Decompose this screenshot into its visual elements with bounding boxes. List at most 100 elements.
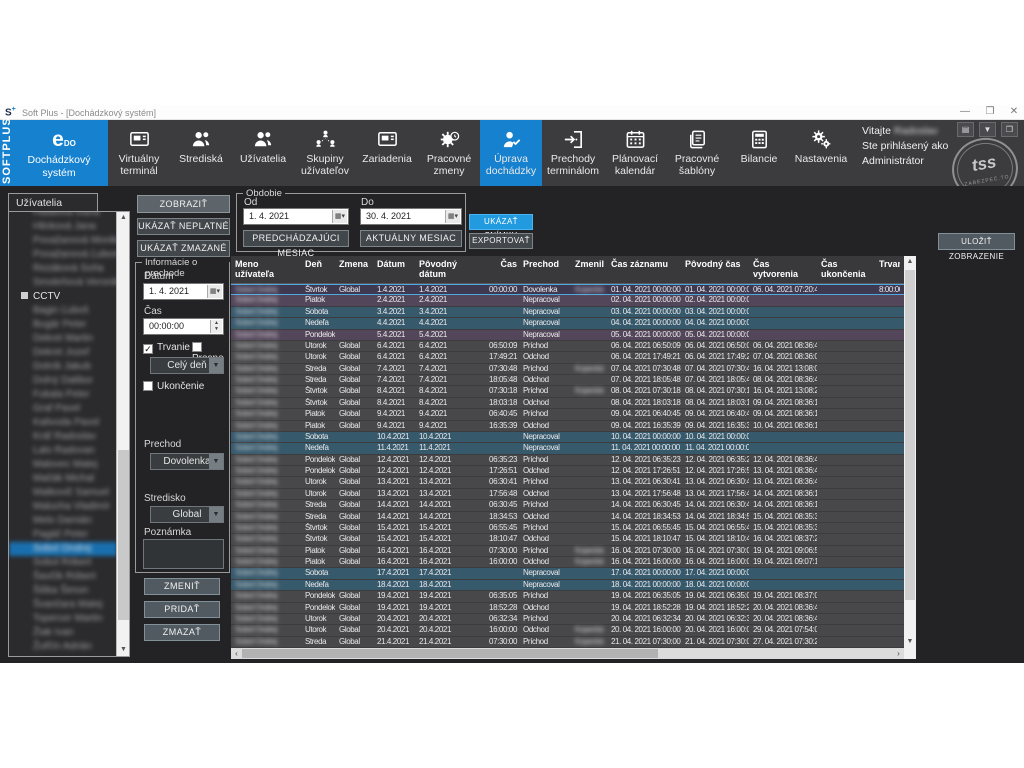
table-row[interactable]: Sobol OndrejUtorokGlobal20.4.202120.4.20… [231, 625, 904, 636]
table-row[interactable]: Sobol OndrejŠtvrtokGlobal15.4.202115.4.2… [231, 534, 904, 545]
duration-checkbox[interactable]: ✓Trvanie [143, 342, 190, 354]
tree-item-user[interactable]: Matkovič Samuel [9, 486, 117, 500]
tree-item-user[interactable]: Bagin Ľuboš [9, 304, 117, 318]
nav-item--prava-doch-dzky[interactable]: Úprava dochádzky [480, 120, 542, 186]
scrollbar-thumb[interactable] [242, 649, 658, 658]
center-select[interactable]: Global▼ [150, 506, 224, 523]
column-header[interactable]: Zmena [335, 256, 373, 283]
time-spinner[interactable]: ▲▼ [210, 320, 222, 333]
table-row[interactable]: Sobol OndrejPiatokGlobal9.4.20219.4.2021… [231, 409, 904, 420]
column-header[interactable]: Meno užívateľa [231, 256, 301, 283]
nav-item-pracovn-zmeny[interactable]: Pracovné zmeny [418, 120, 480, 186]
show-button[interactable]: ZOBRAZIŤ [137, 195, 230, 213]
nav-item-zariadenia[interactable]: Zariadenia [356, 120, 418, 186]
tree-item-user[interactable]: Topercer Martin [9, 612, 117, 626]
maximize-button[interactable]: ❐ [983, 106, 997, 118]
scrollbar-thumb[interactable] [905, 270, 915, 600]
column-header[interactable]: Pôvodný dátum [415, 256, 473, 283]
table-row[interactable]: Sobol OndrejPondelokGlobal12.4.202112.4.… [231, 455, 904, 466]
tree-item-user[interactable]: Dekret Martin [9, 332, 117, 346]
table-row[interactable]: Sobol OndrejŠtvrtokGlobal8.4.20218.4.202… [231, 398, 904, 409]
table-row[interactable]: Sobol OndrejUtorokGlobal20.4.202120.4.20… [231, 614, 904, 625]
nav-item-u-vatelia[interactable]: Užívatelia [232, 120, 294, 186]
scroll-right-icon[interactable]: › [893, 648, 904, 659]
table-row[interactable]: Sobol OndrejPiatok2.4.20212.4.2021Neprac… [231, 295, 904, 306]
table-row[interactable]: Sobol OndrejSobota3.4.20213.4.2021Neprac… [231, 307, 904, 318]
table-row[interactable]: Sobol OndrejStredaGlobal14.4.202114.4.20… [231, 512, 904, 523]
table-row[interactable]: Sobol OndrejSobota17.4.202117.4.2021Nepr… [231, 568, 904, 579]
nav-item-stredisk-[interactable]: Strediská [170, 120, 232, 186]
tree-item-user[interactable]: Hatalová Ivana [9, 211, 117, 220]
column-header[interactable]: Čas ukončenia [817, 256, 875, 283]
save-view-button[interactable]: ULOŽIŤ ZOBRAZENIE [938, 233, 1015, 250]
column-header[interactable]: Čas [473, 256, 519, 283]
ending-checkbox[interactable]: Ukončenie [143, 381, 204, 392]
scroll-up-icon[interactable]: ▲ [904, 256, 916, 268]
time-input[interactable]: 00:00:00 ▲▼ [143, 318, 224, 335]
tree-item-user[interactable]: Žufčín Adrián [9, 640, 117, 654]
table-row[interactable]: Sobol OndrejNedeľa11.4.202111.4.2021Nepr… [231, 443, 904, 454]
tree-item-user[interactable]: Malucha Vladimír [9, 500, 117, 514]
column-header[interactable]: Čas vytvorenia [749, 256, 817, 283]
nav-item-pracovn-abl-ny[interactable]: Pracovné šablóny [666, 120, 728, 186]
tree-item-user[interactable]: Bugár Peter [9, 318, 117, 332]
tree-item-user[interactable]: Hlinková Jana [9, 220, 117, 234]
table-row[interactable]: Sobol OndrejUtorokGlobal6.4.20216.4.2021… [231, 352, 904, 363]
table-row[interactable]: Sobol OndrejSobota10.4.202110.4.2021Nepr… [231, 432, 904, 443]
tree-item-user[interactable]: Melo Damián [9, 514, 117, 528]
table-row[interactable]: Sobol OndrejStredaGlobal21.4.202121.4.20… [231, 637, 904, 648]
table-row[interactable]: Sobol OndrejPiatokGlobal9.4.20219.4.2021… [231, 421, 904, 432]
add-button[interactable]: PRIDAŤ [144, 601, 220, 618]
table-row[interactable]: Sobol OndrejPondelokGlobal19.4.202119.4.… [231, 603, 904, 614]
tree-scrollbar[interactable]: ▲ ▼ [116, 212, 129, 656]
current-month-button[interactable]: AKTUÁLNY MESIAC [360, 230, 462, 247]
table-row[interactable]: Sobol OndrejUtorokGlobal13.4.202113.4.20… [231, 489, 904, 500]
table-row[interactable]: Sobol OndrejŠtvrtokGlobal1.4.20211.4.202… [231, 284, 904, 295]
table-row[interactable]: Sobol OndrejŠtvrtokGlobal8.4.20218.4.202… [231, 386, 904, 397]
scroll-down-icon[interactable]: ▼ [904, 636, 916, 648]
tree-item-user[interactable]: Kalivoda Pavol [9, 416, 117, 430]
date-from-input[interactable]: 1. 4. 2021▦▾ [243, 208, 349, 225]
table-row[interactable]: Sobol OndrejUtorokGlobal13.4.202113.4.20… [231, 477, 904, 488]
nav-item-bilancie[interactable]: Bilancie [728, 120, 790, 186]
tree-item-user[interactable]: Dekret Jozef [9, 346, 117, 360]
table-row[interactable]: Sobol OndrejPondelokGlobal19.4.202119.4.… [231, 591, 904, 602]
tree-item-user[interactable]: Dolník Jakub [9, 360, 117, 374]
tree-item-user[interactable]: Šiška Šimon [9, 584, 117, 598]
table-row[interactable]: Sobol OndrejPiatokGlobal16.4.202116.4.20… [231, 546, 904, 557]
tree-item-user[interactable]: Považanová Monika [9, 234, 117, 248]
previous-month-button[interactable]: PREDCHÁDZAJÚCI MESIAC [243, 230, 349, 247]
brand-module-tile[interactable]: SOFTPLUS eDO Dochádzkový systém [0, 120, 108, 186]
allday-select[interactable]: Celý deň▼ [150, 357, 224, 374]
tree-item-user[interactable]: Sobol Róbert [9, 556, 117, 570]
tree-item-user[interactable]: Šavčík Róbert [9, 570, 117, 584]
show-invalid-button[interactable]: UKÁZAŤ NEPLATNÉ [137, 218, 230, 235]
tree-item-user[interactable]: Sobol Ondrej [9, 542, 117, 556]
table-horizontal-scrollbar[interactable]: ‹ › [231, 648, 904, 659]
note-textarea[interactable] [143, 539, 224, 569]
tree-item-user[interactable]: Fukala Peter [9, 388, 117, 402]
close-button[interactable]: ✕ [1007, 106, 1021, 118]
table-row[interactable]: Sobol OndrejStredaGlobal7.4.20217.4.2021… [231, 364, 904, 375]
tree-item-user[interactable]: Považanová Ľubomíra [9, 248, 117, 262]
tree-item-user[interactable]: Smoleňová Veronika [9, 276, 117, 290]
column-header[interactable]: Dátum [373, 256, 415, 283]
column-header[interactable]: Prechod [519, 256, 571, 283]
table-row[interactable]: Sobol OndrejPiatokGlobal16.4.202116.4.20… [231, 557, 904, 568]
export-button[interactable]: EXPORTOVAŤ [469, 233, 533, 249]
table-row[interactable]: Sobol OndrejNedeľa4.4.20214.4.2021Neprac… [231, 318, 904, 329]
column-header[interactable]: Zmenil [571, 256, 607, 283]
show-snapshots-button[interactable]: UKÁZAŤ SNÍMKY [469, 214, 533, 230]
scroll-left-icon[interactable]: ‹ [231, 648, 242, 659]
chevron-down-icon[interactable]: ▼ [979, 122, 996, 137]
tree-item-user[interactable]: Pagáč Peter [9, 528, 117, 542]
tree-item-user[interactable]: Malovec Matej [9, 458, 117, 472]
tree-item-user[interactable]: Žiak Ivan [9, 626, 117, 640]
tree-item-user[interactable]: Švančara Matej [9, 598, 117, 612]
table-row[interactable]: Sobol OndrejStredaGlobal7.4.20217.4.2021… [231, 375, 904, 386]
table-vertical-scrollbar[interactable]: ▲ ▼ [904, 256, 916, 648]
tree-item-user[interactable]: Kráľ Radoslav [9, 430, 117, 444]
tree-group[interactable]: CCTV [9, 290, 117, 304]
delete-button[interactable]: ZMAZAŤ [144, 624, 220, 641]
tree-item-user[interactable]: Lalo Radovan [9, 444, 117, 458]
